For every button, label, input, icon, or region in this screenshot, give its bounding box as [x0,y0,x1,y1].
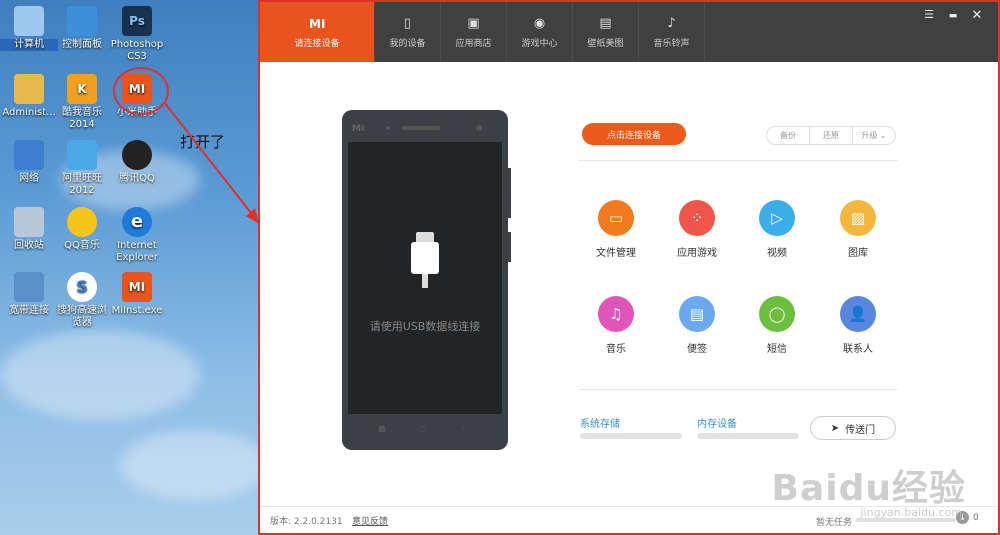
feedback-link[interactable]: 意见反馈 [352,514,388,527]
divider [578,160,898,161]
divider [578,389,898,390]
folder-icon: ▭ [598,200,634,236]
portal-send-button[interactable]: ➤ 传送门 [810,416,896,440]
top-nav-bar: MI 请连接设备 ▯ 我的设备 ▣ 应用商店 ◉ 游戏中心 ▤ 壁纸美图 ♪ 音… [260,2,998,62]
note-icon: ▤ [679,296,715,332]
restore-button[interactable]: 还原 [810,127,853,144]
close-icon[interactable]: ✕ [968,8,986,23]
menu-icon[interactable]: ☰ [920,8,938,21]
minimize-icon[interactable]: ▬ [944,11,962,21]
tab-app-store[interactable]: ▣ 应用商店 [441,2,507,62]
connect-device-button[interactable]: 点击连接设备 [582,123,686,145]
apps-icon: ⁘ [679,200,715,236]
qq-icon [122,140,152,170]
phone-illustration: MI 请使用USB数据线连接 ■ ○ ‹ [342,110,511,450]
desktop-icon-recycle-bin[interactable]: 回收站 [0,207,58,252]
upgrade-dropdown[interactable]: 升级 ⌄ [853,127,895,144]
phone-mi-logo: MI [352,124,365,134]
desktop-icon-aliwangwang[interactable]: 阿里旺旺 2012 [53,140,111,197]
backup-restore-segment: 备份 还原 升级 ⌄ [766,126,896,145]
feature-music[interactable]: ♫ 音乐 [581,296,651,355]
kuwo-music-icon: K [67,74,97,104]
music-note-icon: ♪ [667,16,676,31]
photoshop-icon: Ps [122,6,152,36]
tab-game-center[interactable]: ◉ 游戏中心 [507,2,573,62]
usb-connect-message: 请使用USB数据线连接 [369,320,481,333]
mi-installer-icon: MI [122,272,152,302]
desktop-icon-broadband[interactable]: 宽带连接 [0,272,58,317]
user-folder-icon [14,74,44,104]
baidu-watermark-url: jingyan.baidu.com [860,506,962,519]
desktop-icon-ie[interactable]: e Internet Explorer [108,207,166,264]
nav-menu-key: ■ [378,424,386,433]
backup-button[interactable]: 备份 [767,127,810,144]
tab-my-device[interactable]: ▯ 我的设备 [375,2,441,62]
shopping-bag-icon: ▣ [467,16,480,31]
feature-notes[interactable]: ▤ 便签 [662,296,732,355]
broadband-icon [14,272,44,302]
ie-icon: e [122,207,152,237]
system-storage-bar [580,433,682,439]
sogou-browser-icon: S [67,272,97,302]
picture-icon: ▤ [599,16,612,31]
desktop-icon-network[interactable]: 网络 [0,140,58,185]
desktop-icon-control-panel[interactable]: 控制面板 [53,6,111,51]
aliwangwang-icon [67,140,97,170]
desktop-icon-administrator[interactable]: Administ... [0,74,58,119]
recycle-bin-icon [14,207,44,237]
nav-back-key: ‹ [462,424,466,433]
gamepad-icon: ◉ [533,16,546,31]
tab-wallpaper[interactable]: ▤ 壁纸美图 [573,2,639,62]
desktop-icon-photoshop[interactable]: Ps Photoshop CS3 [108,6,166,63]
mi-logo-icon: MI [309,17,326,31]
task-status: 暂无任务 [816,518,853,528]
phone-screen: 请使用USB数据线连接 [348,142,502,414]
feature-contacts[interactable]: 👤 联系人 [823,296,893,355]
control-panel-icon [67,6,97,36]
nav-home-key: ○ [420,424,427,433]
desktop-icon-kuwo[interactable]: K 酷我音乐 2014 [53,74,111,131]
internal-storage-bar [697,433,799,439]
version-text: 版本: 2.2.0.2131 [270,517,343,527]
desktop-icon-computer[interactable]: 计算机 [0,6,58,51]
desktop-icon-sogou[interactable]: S 搜狗高速浏览器 [53,272,111,329]
desktop-icon-qq-music[interactable]: QQ音乐 [53,207,111,252]
network-icon [14,140,44,170]
tab-connect-device[interactable]: MI 请连接设备 [260,2,375,62]
feature-messages[interactable]: ◯ 短信 [742,296,812,355]
desktop-icon-qq[interactable]: 腾讯QQ [108,140,166,185]
message-icon: ◯ [759,296,795,332]
annotation-arrow [163,101,259,224]
feature-gallery[interactable]: ▨ 图库 [823,200,893,259]
phone-icon: ▯ [403,16,412,31]
music-icon: ♫ [598,296,634,332]
tab-ringtones[interactable]: ♪ 音乐铃声 [639,2,705,62]
feature-apps-games[interactable]: ⁘ 应用游戏 [662,200,732,259]
gallery-icon: ▨ [840,200,876,236]
internal-storage-label[interactable]: 内存设备 [697,415,737,430]
mi-assistant-window: MI 请连接设备 ▯ 我的设备 ▣ 应用商店 ◉ 游戏中心 ▤ 壁纸美图 ♪ 音… [258,0,1000,535]
feature-video[interactable]: ▷ 视频 [742,200,812,259]
computer-icon [14,6,44,36]
system-storage-label[interactable]: 系统存储 [580,415,620,430]
play-icon: ▷ [759,200,795,236]
feature-file-manager[interactable]: ▭ 文件管理 [581,200,651,259]
desktop-icon-miinst[interactable]: MI MiInst.exe [108,272,166,317]
baidu-watermark: Baidu经验 [771,468,966,509]
send-arrow-icon: ➤ [830,422,840,434]
qq-music-icon [67,207,97,237]
contact-icon: 👤 [840,296,876,332]
